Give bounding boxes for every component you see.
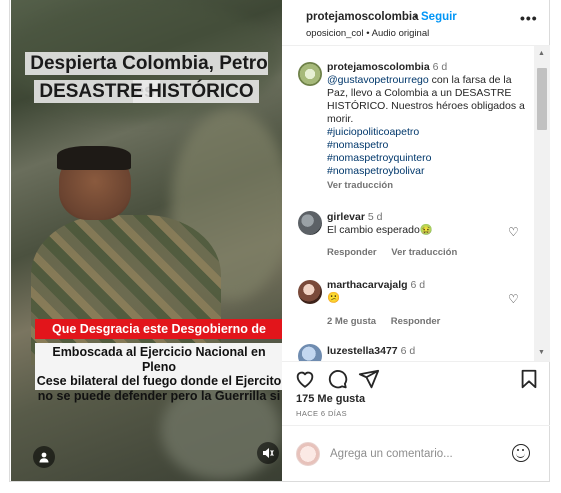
heart-icon[interactable]: ♡ bbox=[508, 225, 519, 239]
caption-meta: Ver traducción bbox=[327, 180, 405, 191]
emoji-icon[interactable] bbox=[512, 444, 530, 462]
caption-time[interactable]: 6 d bbox=[433, 61, 448, 73]
comment-meta: Responder Ver traducción bbox=[327, 247, 469, 258]
reply-link[interactable]: Responder bbox=[391, 316, 441, 327]
post-caption: protejamoscolombia 6 d @gustavopetrourre… bbox=[327, 61, 525, 178]
caption-username[interactable]: protejamoscolombia bbox=[327, 61, 430, 73]
comment: girlevar 5 d El cambio esperado🤢 bbox=[327, 211, 525, 237]
video-caption-line: Cese bilateral del fuego donde el Ejerci… bbox=[36, 374, 282, 388]
author-username[interactable]: protejamoscolombia bbox=[306, 11, 418, 23]
comment-composer: Agrega un comentario... bbox=[282, 425, 550, 482]
avatar[interactable] bbox=[298, 280, 322, 304]
scrollbar[interactable]: ▲ ▼ bbox=[534, 46, 550, 361]
post-date[interactable]: HACE 6 DÍAS bbox=[296, 409, 347, 418]
video-caption-line: Emboscada al Ejercicio Nacional en Pleno bbox=[52, 345, 266, 374]
reply-link[interactable]: Responder bbox=[327, 247, 377, 258]
comment-username[interactable]: girlevar bbox=[327, 211, 365, 223]
likes-count[interactable]: 2 Me gusta bbox=[327, 316, 376, 327]
post-header: protejamoscolombia • Seguir oposicion_co… bbox=[282, 0, 550, 46]
comment-text: El cambio esperado🤢 bbox=[327, 224, 433, 236]
hashtag[interactable]: #juiciopoliticoapetro bbox=[327, 126, 419, 138]
comments-feed[interactable]: protejamoscolombia 6 d @gustavopetrourre… bbox=[282, 46, 534, 361]
hashtag[interactable]: #nomaspetroybolivar bbox=[327, 165, 424, 177]
scroll-down-icon[interactable]: ▼ bbox=[538, 349, 545, 356]
comment-username[interactable]: luzestella3477 bbox=[327, 345, 398, 357]
heart-icon[interactable]: ♡ bbox=[508, 292, 519, 306]
hashtag[interactable]: #nomaspetroyquintero bbox=[327, 152, 431, 164]
translate-link[interactable]: Ver traducción bbox=[391, 247, 457, 258]
comment-time[interactable]: 6 d bbox=[401, 345, 416, 357]
more-options-icon[interactable]: ••• bbox=[520, 10, 538, 26]
user-icon[interactable] bbox=[33, 446, 55, 468]
video-caption-box: Emboscada al Ejercicio Nacional en Pleno… bbox=[35, 343, 282, 403]
heart-icon[interactable] bbox=[294, 368, 316, 390]
post-sidebar: protejamoscolombia • Seguir oposicion_co… bbox=[282, 0, 550, 482]
comment: luzestella3477 6 d bbox=[327, 345, 525, 358]
likes-count[interactable]: 175 Me gusta bbox=[296, 393, 365, 405]
send-icon[interactable] bbox=[358, 368, 380, 390]
comment: marthacarvajalg 6 d 😕 bbox=[327, 279, 525, 305]
bookmark-icon[interactable] bbox=[518, 368, 540, 390]
scroll-up-icon[interactable]: ▲ bbox=[538, 50, 545, 57]
follow-button[interactable]: Seguir bbox=[421, 11, 457, 23]
video-player[interactable]: Despierta Colombia, Petro es DESASTRE HI… bbox=[11, 0, 282, 481]
header-separator: • bbox=[414, 11, 418, 23]
comment-text: 😕 bbox=[327, 292, 341, 304]
scrollbar-thumb[interactable] bbox=[537, 68, 547, 130]
avatar[interactable] bbox=[298, 62, 322, 86]
hashtag[interactable]: #nomaspetro bbox=[327, 139, 388, 151]
caption-mention[interactable]: @gustavopetrourrego bbox=[327, 74, 429, 86]
comment-icon[interactable] bbox=[326, 368, 348, 390]
comment-username[interactable]: marthacarvajalg bbox=[327, 279, 408, 291]
comment-meta: 2 Me gusta Responder bbox=[327, 316, 452, 327]
avatar[interactable] bbox=[298, 344, 322, 361]
video-caption-line: no se puede defender pero la Guerrilla s… bbox=[37, 388, 281, 403]
translate-link[interactable]: Ver traducción bbox=[327, 180, 393, 191]
avatar bbox=[296, 442, 320, 466]
avatar[interactable] bbox=[298, 211, 322, 235]
video-red-banner: Que Desgracia este Desgobierno de Petro bbox=[35, 319, 282, 356]
post-subtitle[interactable]: oposicion_col • Audio original bbox=[306, 28, 429, 39]
comment-time[interactable]: 6 d bbox=[410, 279, 425, 291]
speaker-icon[interactable] bbox=[257, 442, 279, 464]
comment-input[interactable]: Agrega un comentario... bbox=[330, 448, 453, 460]
soldier-hair bbox=[57, 146, 131, 170]
comment-time[interactable]: 5 d bbox=[368, 211, 383, 223]
video-headline-2: DESASTRE HISTÓRICO bbox=[11, 78, 282, 106]
